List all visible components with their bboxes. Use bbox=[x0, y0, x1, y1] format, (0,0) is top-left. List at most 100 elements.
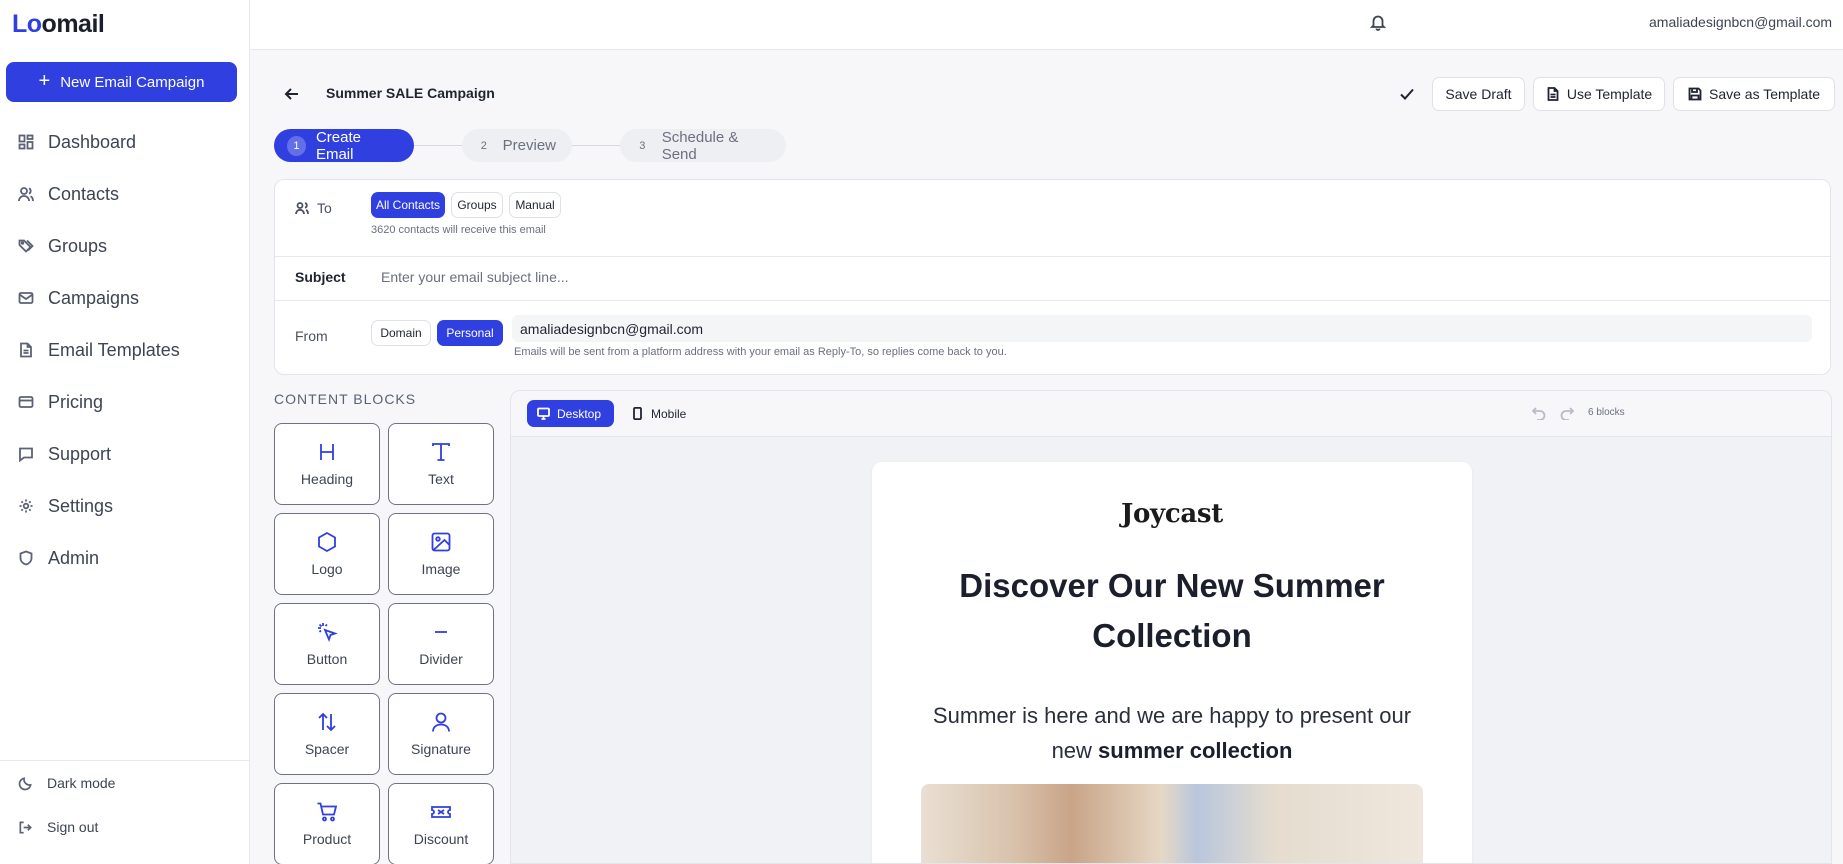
user-email[interactable]: amaliadesignbcn@gmail.com bbox=[1649, 14, 1832, 30]
arrows-up-down-icon bbox=[318, 712, 336, 732]
from-personal-option[interactable]: Personal bbox=[437, 320, 503, 346]
sidebar-footer: Dark mode Sign out bbox=[0, 760, 250, 849]
sidebar-item-contacts[interactable]: Contacts bbox=[0, 168, 250, 220]
sidebar-item-label: Groups bbox=[48, 235, 108, 256]
sidebar-item-settings[interactable]: Settings bbox=[0, 480, 250, 532]
back-button[interactable] bbox=[284, 86, 300, 102]
use-template-button[interactable]: Use Template bbox=[1533, 77, 1665, 111]
email-settings-card: To All Contacts Groups Manual 3620 conta… bbox=[274, 179, 1831, 375]
undo-icon bbox=[1531, 407, 1546, 421]
check-icon bbox=[1400, 88, 1414, 100]
step-create-email[interactable]: 1 Create Email bbox=[274, 129, 414, 163]
block-divider[interactable]: Divider bbox=[388, 603, 494, 685]
tags-icon bbox=[18, 239, 34, 253]
sidebar-item-admin[interactable]: Admin bbox=[0, 532, 250, 584]
recipients-all-contacts[interactable]: All Contacts bbox=[371, 192, 445, 218]
block-label: Heading bbox=[300, 471, 354, 487]
undo-button[interactable] bbox=[1531, 406, 1546, 421]
desktop-label: Desktop bbox=[557, 406, 602, 421]
block-image[interactable]: Image bbox=[388, 513, 494, 595]
sidebar-item-label: Settings bbox=[48, 495, 114, 516]
new-email-campaign-button[interactable]: + New Email Campaign bbox=[6, 62, 237, 102]
sidebar-item-campaigns[interactable]: Campaigns bbox=[0, 272, 250, 324]
users-icon bbox=[18, 187, 34, 202]
block-label: Logo bbox=[311, 561, 343, 577]
sidebar-item-label: Pricing bbox=[48, 391, 104, 412]
to-label: To bbox=[295, 200, 332, 216]
block-spacer[interactable]: Spacer bbox=[274, 693, 380, 775]
email-heading-block[interactable]: Discover Our New Summer Collection bbox=[932, 561, 1412, 661]
dark-mode-toggle[interactable]: Dark mode bbox=[0, 761, 250, 805]
sign-out-icon bbox=[19, 821, 32, 833]
mobile-label: Mobile bbox=[651, 406, 687, 421]
content-blocks-grid: Heading Text Logo Image Button Divider S… bbox=[274, 423, 494, 864]
save-as-template-button[interactable]: Save as Template bbox=[1673, 77, 1835, 111]
monitor-icon bbox=[537, 407, 550, 420]
message-icon bbox=[19, 447, 33, 462]
block-logo[interactable]: Logo bbox=[274, 513, 380, 595]
save-draft-button[interactable]: Save Draft bbox=[1432, 77, 1525, 111]
smartphone-icon bbox=[633, 407, 642, 420]
recipients-manual[interactable]: Manual bbox=[509, 192, 561, 218]
block-discount[interactable]: Discount bbox=[388, 783, 494, 864]
redo-icon bbox=[1560, 407, 1575, 421]
ticket-icon bbox=[431, 806, 451, 818]
canvas-toolbar: Desktop Mobile 6 blocks bbox=[511, 391, 1831, 437]
block-heading[interactable]: Heading bbox=[274, 423, 380, 505]
redo-button[interactable] bbox=[1560, 406, 1575, 421]
step-number: 1 bbox=[287, 135, 306, 156]
hexagon-icon bbox=[318, 531, 336, 553]
step-schedule-send[interactable]: 3 Schedule & Send bbox=[620, 128, 786, 163]
notifications-button[interactable] bbox=[1369, 13, 1387, 31]
from-domain-option[interactable]: Domain bbox=[371, 320, 431, 346]
sidebar: Loomail + New Email Campaign Dashboard C… bbox=[0, 0, 250, 864]
block-button[interactable]: Button bbox=[274, 603, 380, 685]
app-logo[interactable]: Loomail bbox=[12, 10, 105, 39]
sidebar-item-label: Dashboard bbox=[48, 131, 137, 152]
step-label: Schedule & Send bbox=[661, 128, 739, 163]
sidebar-item-support[interactable]: Support bbox=[0, 428, 250, 480]
file-text-icon bbox=[1547, 87, 1559, 101]
bell-icon bbox=[1369, 15, 1387, 31]
to-label-text: To bbox=[317, 200, 332, 216]
block-label: Image bbox=[421, 561, 461, 577]
block-signature[interactable]: Signature bbox=[388, 693, 494, 775]
subject-input[interactable] bbox=[379, 262, 1809, 292]
image-icon bbox=[431, 532, 451, 552]
sidebar-item-label: Admin bbox=[48, 547, 100, 568]
block-text[interactable]: Text bbox=[388, 423, 494, 505]
use-template-label: Use Template bbox=[1566, 86, 1653, 102]
from-email-field[interactable] bbox=[512, 315, 1812, 342]
sign-out-button[interactable]: Sign out bbox=[0, 805, 250, 849]
recipients-groups[interactable]: Groups bbox=[451, 192, 503, 218]
minus-icon bbox=[435, 631, 447, 633]
sidebar-item-email-templates[interactable]: Email Templates bbox=[0, 324, 250, 376]
users-icon bbox=[295, 202, 309, 215]
from-label: From bbox=[295, 328, 328, 344]
mobile-view-button[interactable]: Mobile bbox=[621, 400, 699, 427]
save-as-template-label: Save as Template bbox=[1708, 86, 1821, 102]
sidebar-item-pricing[interactable]: Pricing bbox=[0, 376, 250, 428]
arrow-left-icon bbox=[284, 88, 298, 100]
dashboard-icon bbox=[18, 134, 34, 150]
file-icon bbox=[20, 342, 32, 358]
sidebar-item-label: Campaigns bbox=[48, 287, 140, 308]
sidebar-nav: Dashboard Contacts Groups Campaigns Emai… bbox=[0, 116, 250, 584]
email-text-block[interactable]: Summer is here and we are happy to prese… bbox=[912, 698, 1432, 768]
block-product[interactable]: Product bbox=[274, 783, 380, 864]
desktop-view-button[interactable]: Desktop bbox=[527, 400, 614, 427]
email-brand-logo[interactable]: Joycast bbox=[872, 499, 1472, 529]
step-preview[interactable]: 2 Preview bbox=[462, 129, 572, 162]
block-label: Text bbox=[428, 471, 454, 487]
email-image-block[interactable] bbox=[921, 784, 1423, 863]
campaign-title: Summer SALE Campaign bbox=[326, 85, 495, 101]
blocks-count: 6 blocks bbox=[1588, 407, 1625, 418]
new-email-campaign-label: New Email Campaign bbox=[60, 73, 205, 91]
email-preview: Joycast Discover Our New Summer Collecti… bbox=[872, 462, 1472, 863]
email-text-bold: summer collection bbox=[1098, 738, 1293, 763]
dark-mode-label: Dark mode bbox=[47, 775, 116, 791]
sidebar-item-dashboard[interactable]: Dashboard bbox=[0, 116, 250, 168]
sidebar-item-groups[interactable]: Groups bbox=[0, 220, 250, 272]
step-number: 3 bbox=[639, 139, 646, 152]
step-label: Preview bbox=[502, 137, 556, 154]
